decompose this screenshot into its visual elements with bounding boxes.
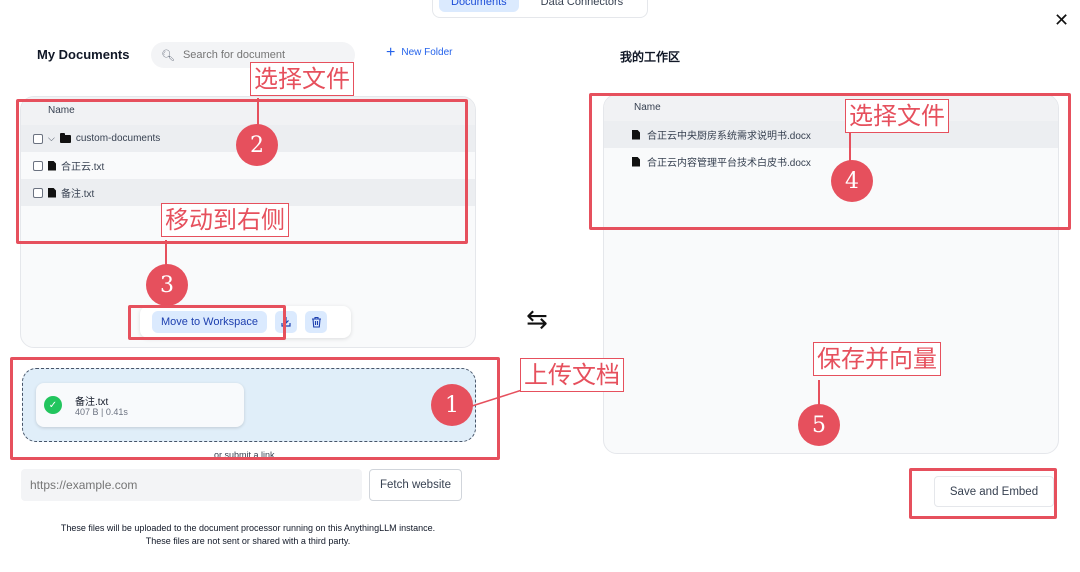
- annotation-connector: [818, 380, 820, 406]
- annotation-connector: [471, 389, 523, 407]
- annotation-label-move-right: 移动到右侧: [161, 203, 289, 237]
- plus-icon: +: [386, 43, 396, 61]
- step-badge-5: 5: [798, 404, 840, 446]
- close-icon[interactable]: ✕: [1054, 10, 1069, 31]
- annotation-box-move: [128, 305, 286, 340]
- swap-arrows-icon: ⇆: [526, 304, 548, 334]
- new-folder-button[interactable]: + New Folder: [386, 43, 453, 61]
- url-input[interactable]: [21, 469, 362, 501]
- annotation-label-save: 保存并向量: [813, 342, 941, 376]
- my-documents-title: My Documents: [37, 47, 130, 62]
- annotation-label-upload: 上传文档: [520, 358, 624, 392]
- workspace-title: 我的工作区: [620, 50, 681, 64]
- annotation-box-right-files: [589, 93, 1071, 230]
- annotation-label-select-left: 选择文件: [250, 62, 354, 96]
- step-badge-3: 3: [146, 264, 188, 306]
- annotation-label-select-right: 选择文件: [845, 99, 949, 133]
- trash-icon[interactable]: [305, 311, 328, 333]
- upload-note: These files will be uploaded to the docu…: [20, 522, 476, 548]
- search-input[interactable]: [182, 49, 343, 61]
- upload-note-line1: These files will be uploaded to the docu…: [60, 523, 436, 533]
- new-folder-label: New Folder: [401, 47, 453, 58]
- step-badge-1: 1: [431, 384, 473, 426]
- upload-note-line2: These files are not sent or shared with …: [145, 536, 351, 546]
- annotation-box-save: [909, 468, 1057, 519]
- fetch-website-button[interactable]: Fetch website: [369, 469, 462, 501]
- top-tab-bar: Documents Data Connectors: [432, 0, 648, 18]
- step-badge-2: 2: [236, 124, 278, 166]
- tab-documents[interactable]: Documents: [439, 0, 519, 12]
- step-badge-4: 4: [831, 160, 873, 202]
- annotation-connector: [165, 240, 167, 266]
- annotation-box-upload: [10, 357, 500, 460]
- search-icon: 🔍︎: [161, 49, 175, 62]
- tab-data-connectors[interactable]: Data Connectors: [529, 0, 636, 12]
